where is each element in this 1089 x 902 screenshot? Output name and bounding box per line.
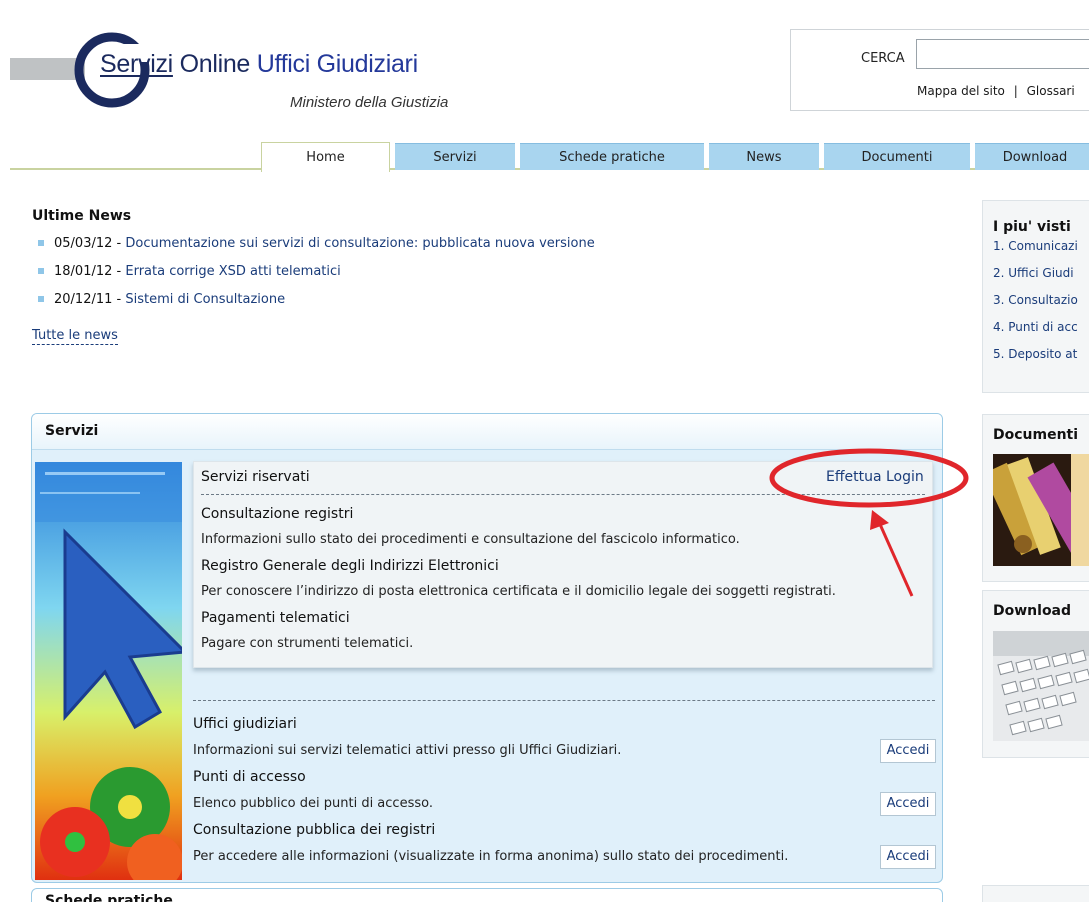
servizi-riservati-box: Servizi riservati Effettua Login Consult…	[193, 461, 933, 668]
documenti-title[interactable]: Documenti	[993, 427, 1078, 443]
search-box: CERCA Mappa del sito | Glossari	[790, 29, 1089, 111]
schede-pratiche-panel: Schede pratiche	[31, 888, 943, 902]
tab-documenti[interactable]: Documenti	[824, 143, 970, 170]
service-pagamenti-telematici[interactable]: Pagamenti telematici	[201, 610, 350, 626]
documents-image[interactable]	[993, 454, 1089, 566]
service-consultazione-registri[interactable]: Consultazione registri	[201, 506, 353, 522]
logo-word-uffici: Uffici Giudiziari	[256, 50, 418, 78]
keyboard-image[interactable]	[993, 631, 1089, 741]
news-link[interactable]: Errata corrige XSD atti telematici	[125, 264, 340, 279]
accedi-button-punti[interactable]: Accedi	[880, 792, 936, 816]
documenti-box: Documenti	[982, 414, 1089, 582]
news-separator: -	[112, 292, 126, 307]
cursor-gears-illustration	[35, 462, 182, 880]
main-tabs: Home Servizi Schede pratiche News Docume…	[0, 142, 1089, 172]
service-punti-accesso[interactable]: Punti di accesso	[193, 769, 306, 785]
service-description: Elenco pubblico dei punti di accesso.	[193, 796, 433, 811]
tab-home[interactable]: Home	[261, 142, 390, 172]
news-heading: Ultime News	[32, 208, 132, 224]
service-description: Pagare con strumenti telematici.	[201, 636, 414, 651]
search-input[interactable]	[916, 39, 1089, 69]
logo-subtitle: Ministero della Giustizia	[290, 94, 449, 111]
service-description: Per conoscere l’indirizzo di posta elett…	[201, 584, 836, 599]
most-viewed-item[interactable]: 1. Comunicazi	[993, 239, 1078, 266]
most-viewed-item[interactable]: 5. Deposito at	[993, 347, 1078, 374]
servizi-panel-title: Servizi	[45, 423, 99, 439]
login-link[interactable]: Effettua Login	[826, 469, 924, 485]
bullet-icon	[38, 239, 44, 246]
news-link[interactable]: Sistemi di Consultazione	[125, 292, 285, 307]
schede-pratiche-panel-title: Schede pratiche	[45, 893, 173, 902]
utility-separator: |	[1013, 84, 1018, 98]
accedi-button-consultazione[interactable]: Accedi	[880, 845, 936, 869]
all-news-link[interactable]: Tutte le news	[32, 328, 118, 345]
news-date: 20/12/11	[54, 292, 113, 307]
news-item: 18/01/12 - Errata corrige XSD atti telem…	[38, 264, 595, 292]
sidebar-bottom-box	[982, 885, 1089, 902]
most-viewed-item[interactable]: 2. Uffici Giudi	[993, 266, 1078, 293]
utility-links: Mappa del sito | Glossari	[917, 84, 1075, 98]
sitemap-link[interactable]: Mappa del sito	[917, 84, 1005, 98]
most-viewed-list: 1. Comunicazi 2. Uffici Giudi 3. Consult…	[993, 239, 1078, 374]
service-description: Informazioni sui servizi telematici atti…	[193, 743, 622, 758]
servizi-panel-header: Servizi	[32, 414, 942, 450]
tab-news[interactable]: News	[709, 143, 819, 170]
servizi-riservati-title: Servizi riservati	[201, 469, 310, 485]
logo-word-online: Online	[172, 50, 257, 78]
dashed-divider	[193, 700, 935, 701]
search-label: CERCA	[861, 51, 905, 66]
news-separator: -	[112, 236, 126, 251]
most-viewed-link[interactable]: 4. Punti di acc	[993, 320, 1078, 334]
tab-servizi[interactable]: Servizi	[395, 143, 515, 170]
glossary-link[interactable]: Glossari	[1027, 84, 1075, 98]
tab-schede-pratiche[interactable]: Schede pratiche	[520, 143, 704, 170]
servizi-panel: Servizi Servizi riservati Effettua Login…	[31, 413, 943, 883]
service-description: Informazioni sullo stato dei procediment…	[201, 532, 740, 547]
most-viewed-link[interactable]: 2. Uffici Giudi	[993, 266, 1074, 280]
site-header: Servizi Online Uffici Giudiziari Ministe…	[0, 0, 1089, 140]
news-list: 05/03/12 - Documentazione sui servizi di…	[38, 236, 595, 320]
most-viewed-box: I piu' visti 1. Comunicazi 2. Uffici Giu…	[982, 200, 1089, 393]
news-item: 05/03/12 - Documentazione sui servizi di…	[38, 236, 595, 264]
bullet-icon	[38, 295, 44, 302]
logo-word-servizi: Servizi	[100, 50, 173, 78]
tab-download[interactable]: Download	[975, 143, 1089, 170]
accedi-button-uffici[interactable]: Accedi	[880, 739, 936, 763]
most-viewed-title: I piu' visti	[993, 219, 1071, 235]
news-separator: -	[112, 264, 126, 279]
service-description: Per accedere alle informazioni (visualiz…	[193, 849, 789, 864]
most-viewed-item[interactable]: 3. Consultazio	[993, 293, 1078, 320]
news-date: 05/03/12	[54, 236, 113, 251]
news-link[interactable]: Documentazione sui servizi di consultazi…	[125, 236, 594, 251]
news-item: 20/12/11 - Sistemi di Consultazione	[38, 292, 595, 320]
service-registro-indirizzi[interactable]: Registro Generale degli Indirizzi Elettr…	[201, 558, 499, 574]
most-viewed-link[interactable]: 5. Deposito at	[993, 347, 1077, 361]
most-viewed-link[interactable]: 1. Comunicazi	[993, 239, 1078, 253]
logo-title[interactable]: Servizi Online Uffici Giudiziari	[100, 50, 418, 79]
service-uffici-giudiziari[interactable]: Uffici giudiziari	[193, 716, 297, 732]
dashed-divider	[201, 494, 925, 495]
download-title[interactable]: Download	[993, 603, 1071, 619]
service-consultazione-pubblica[interactable]: Consultazione pubblica dei registri	[193, 822, 435, 838]
most-viewed-item[interactable]: 4. Punti di acc	[993, 320, 1078, 347]
download-box: Download	[982, 590, 1089, 758]
bullet-icon	[38, 267, 44, 274]
most-viewed-link[interactable]: 3. Consultazio	[993, 293, 1078, 307]
news-date: 18/01/12	[54, 264, 113, 279]
